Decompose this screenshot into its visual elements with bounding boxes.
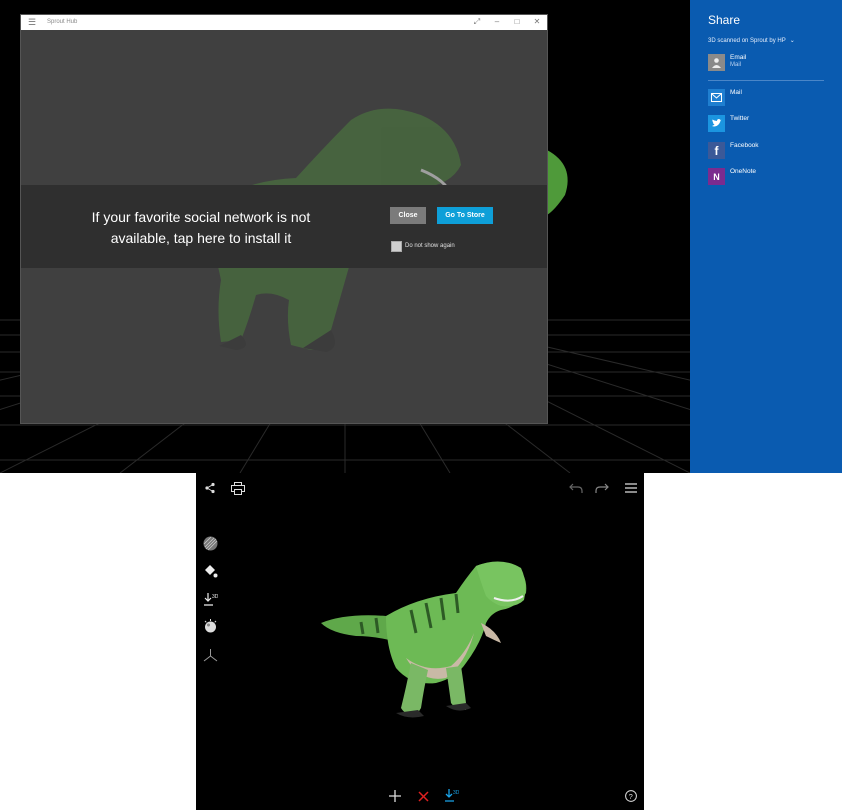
share-item-twitter[interactable]: Twitter [708, 115, 828, 137]
share-item-label: OneNote [730, 168, 757, 175]
share-pane: Share 3D scanned on Sprout by HP ⌄ Email … [690, 0, 842, 473]
hamburger-icon[interactable]: ☰ [28, 17, 38, 27]
share-item-mail[interactable]: Mail [708, 89, 828, 111]
delete-icon[interactable] [416, 789, 430, 803]
share-item-label: Email [730, 54, 747, 61]
share-item-subtitle: Mail [730, 62, 742, 68]
share-item-facebook[interactable]: f Facebook [708, 142, 828, 164]
go-to-store-button[interactable]: Go To Store [437, 207, 493, 224]
title-bar: ☰ Sprout Hub ⤢ – □ ✕ [21, 15, 547, 30]
checkbox-box[interactable] [391, 240, 402, 252]
chevron-down-icon: ⌄ [789, 38, 795, 44]
svg-text:?: ? [629, 792, 633, 801]
viewport-3d-top: ☰ Sprout Hub ⤢ – □ ✕ If your favorite so… [0, 0, 690, 473]
sprout-app-screen: 3D 3D ? [196, 473, 644, 810]
download-3d-icon[interactable]: 3D [443, 787, 459, 803]
undo-icon[interactable] [568, 480, 584, 496]
mail-icon [708, 89, 725, 106]
share-item-email[interactable]: Email Mail [708, 54, 828, 76]
help-icon[interactable]: ? [624, 789, 638, 803]
share-item-label: Mail [730, 89, 742, 96]
window-content: If your favorite social network is not a… [21, 30, 547, 423]
close-icon[interactable]: ✕ [530, 16, 544, 28]
share-title: Share [708, 13, 741, 27]
lighting-icon[interactable] [202, 618, 218, 634]
banner-message[interactable]: If your favorite social network is not a… [76, 207, 326, 249]
redo-icon[interactable] [594, 480, 610, 496]
share-icon[interactable] [203, 481, 217, 495]
svg-text:3D: 3D [212, 594, 218, 600]
dinosaur-model [321, 561, 527, 718]
person-icon [708, 54, 725, 71]
expand-icon[interactable]: ⤢ [470, 16, 484, 28]
divider [708, 80, 824, 81]
install-banner[interactable]: If your favorite social network is not a… [21, 185, 547, 268]
svg-text:3D: 3D [453, 790, 459, 796]
share-item-onenote[interactable]: N OneNote [708, 168, 828, 190]
paint-bucket-icon[interactable] [202, 563, 218, 579]
texture-icon[interactable] [202, 535, 218, 551]
facebook-icon: f [708, 142, 725, 159]
do-not-show-again-checkbox[interactable]: Do not show again [391, 240, 455, 252]
axes-icon[interactable] [202, 647, 218, 663]
minimize-icon[interactable]: – [490, 16, 504, 28]
checkbox-label: Do not show again [405, 243, 455, 249]
print-icon[interactable] [230, 480, 246, 496]
share-item-label: Facebook [730, 142, 759, 149]
onenote-icon: N [708, 168, 725, 185]
twitter-icon [708, 115, 725, 132]
close-button[interactable]: Close [390, 207, 426, 224]
window-title: Sprout Hub [47, 19, 78, 25]
sprout-hub-window: ☰ Sprout Hub ⤢ – □ ✕ If your favorite so… [21, 15, 547, 423]
hamburger-icon[interactable] [623, 480, 639, 496]
share-item-label: Twitter [730, 115, 750, 122]
maximize-icon[interactable]: □ [510, 16, 524, 28]
share-source-dropdown[interactable]: 3D scanned on Sprout by HP ⌄ [708, 37, 795, 44]
share-source-label: 3D scanned on Sprout by HP [708, 38, 786, 44]
add-icon[interactable] [388, 789, 402, 803]
download-3d-icon[interactable]: 3D [202, 591, 218, 607]
